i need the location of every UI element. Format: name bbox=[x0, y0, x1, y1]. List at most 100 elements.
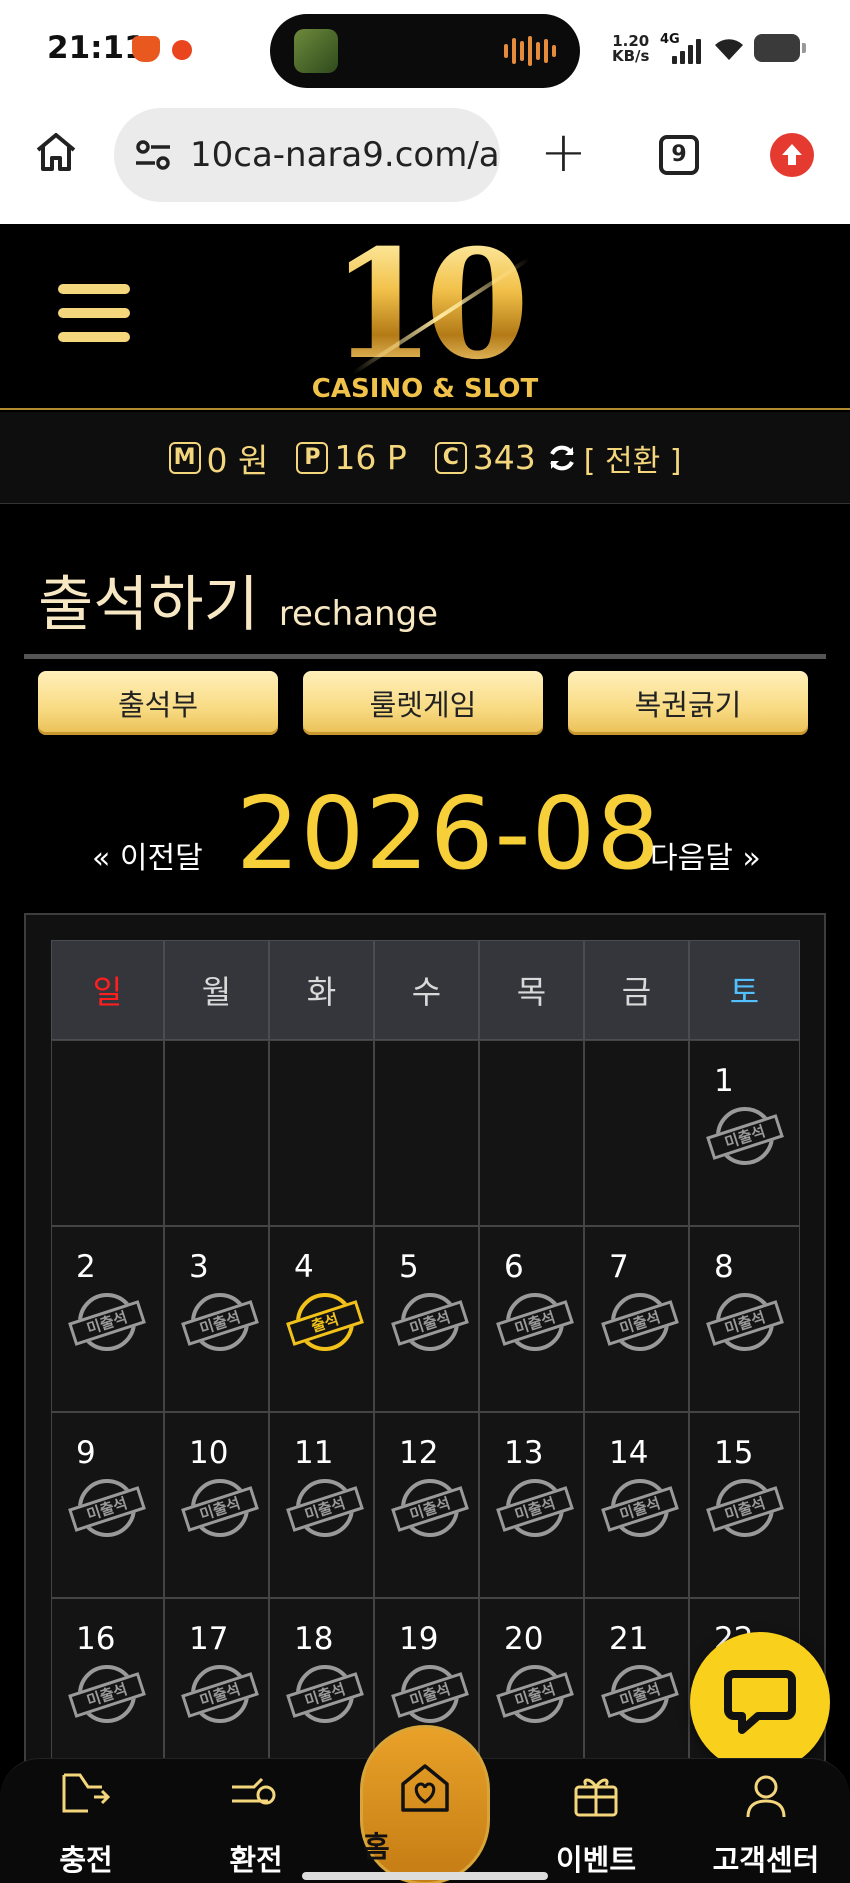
status-bar: 21:11 1.20 KB/s 4G bbox=[0, 0, 850, 100]
day-number: 13 bbox=[504, 1435, 544, 1471]
wifi-icon bbox=[715, 39, 743, 60]
day-number: 15 bbox=[714, 1435, 754, 1471]
chat-button[interactable] bbox=[690, 1632, 830, 1772]
home-indicator bbox=[302, 1872, 548, 1880]
address-bar[interactable]: 10ca-nara9.com/a bbox=[114, 108, 500, 202]
refresh-icon[interactable] bbox=[546, 442, 578, 474]
day-number: 21 bbox=[609, 1621, 649, 1657]
money-icon: M bbox=[168, 441, 201, 474]
url-text: 10ca-nara9.com/a bbox=[190, 135, 500, 175]
calendar-day[interactable]: 14 미출석 bbox=[584, 1412, 689, 1598]
next-month-link[interactable]: 다음달 » bbox=[650, 833, 761, 877]
day-number: 7 bbox=[609, 1249, 629, 1285]
day-number: 5 bbox=[399, 1249, 419, 1285]
absent-stamp-icon: 미출석 bbox=[286, 1479, 364, 1539]
nav-event[interactable]: 이벤트 bbox=[536, 1759, 656, 1883]
nav-support[interactable]: 고객센터 bbox=[706, 1759, 826, 1883]
day-number: 8 bbox=[714, 1249, 734, 1285]
day-number: 19 bbox=[399, 1621, 439, 1657]
logo-number: 10 bbox=[300, 230, 550, 380]
media-app-icon bbox=[294, 29, 338, 73]
calendar-day[interactable]: 5 미출석 bbox=[374, 1226, 479, 1412]
calendar-day[interactable]: 12 미출석 bbox=[374, 1412, 479, 1598]
absent-stamp-icon: 미출석 bbox=[601, 1479, 679, 1539]
page-subtitle: rechange bbox=[278, 594, 439, 634]
dynamic-island[interactable] bbox=[270, 14, 580, 88]
calendar-empty-cell bbox=[479, 1040, 584, 1226]
weekday-header: 토 bbox=[689, 940, 800, 1040]
coin-icon: C bbox=[434, 441, 467, 474]
day-number: 14 bbox=[609, 1435, 649, 1471]
day-number: 18 bbox=[294, 1621, 334, 1657]
calendar-day[interactable]: 1 미출석 bbox=[689, 1040, 800, 1226]
absent-stamp-icon: 미출석 bbox=[496, 1479, 574, 1539]
site-settings-icon[interactable] bbox=[134, 136, 172, 174]
day-number: 17 bbox=[189, 1621, 229, 1657]
browser-toolbar: 10ca-nara9.com/a + 9 bbox=[0, 100, 850, 224]
page-title-block: 출석하기 rechange bbox=[38, 556, 438, 643]
title-divider bbox=[24, 654, 826, 659]
calendar-day[interactable]: 10 미출석 bbox=[164, 1412, 269, 1598]
menu-icon[interactable] bbox=[58, 284, 130, 344]
calendar-day[interactable]: 3 미출석 bbox=[164, 1226, 269, 1412]
calendar-day[interactable]: 2 미출석 bbox=[51, 1226, 164, 1412]
weekday-header: 화 bbox=[269, 940, 374, 1040]
absent-stamp-icon: 미출석 bbox=[181, 1665, 259, 1725]
weekday-header: 일 bbox=[51, 940, 164, 1040]
day-number: 6 bbox=[504, 1249, 524, 1285]
calendar-day[interactable]: 6 미출석 bbox=[479, 1226, 584, 1412]
calendar-day[interactable]: 17 미출석 bbox=[164, 1598, 269, 1784]
calendar-empty-cell bbox=[269, 1040, 374, 1226]
new-tab-button[interactable]: + bbox=[540, 125, 587, 181]
calendar-grid: 일 월 화 수 목 금 토 1 미출석 2 미출석 3 미출석 4 출석 5 미출석 6 미출석 7 미출석 8 미출석 9 미… bbox=[51, 940, 800, 1784]
calendar-day[interactable]: 8 미출석 bbox=[689, 1226, 800, 1412]
calendar-empty-cell bbox=[164, 1040, 269, 1226]
calendar-day[interactable]: 11 미출석 bbox=[269, 1412, 374, 1598]
absent-stamp-icon: 미출석 bbox=[706, 1107, 784, 1167]
battery-icon bbox=[754, 34, 806, 62]
absent-stamp-icon: 미출석 bbox=[181, 1293, 259, 1353]
day-number: 4 bbox=[294, 1249, 314, 1285]
calendar-day[interactable]: 9 미출석 bbox=[51, 1412, 164, 1598]
site-logo[interactable]: 10 CASINO & SLOT bbox=[300, 230, 550, 406]
calendar-day[interactable]: 4 출석 bbox=[269, 1226, 374, 1412]
day-number: 11 bbox=[294, 1435, 334, 1471]
absent-stamp-icon: 미출석 bbox=[391, 1293, 469, 1353]
update-icon[interactable] bbox=[770, 133, 814, 177]
calendar-day[interactable]: 16 미출석 bbox=[51, 1598, 164, 1784]
calendar-day[interactable]: 20 미출석 bbox=[479, 1598, 584, 1784]
absent-stamp-icon: 미출석 bbox=[496, 1665, 574, 1725]
weekday-header: 월 bbox=[164, 940, 269, 1040]
logo-subtitle: CASINO & SLOT bbox=[311, 374, 539, 404]
tab-switcher-button[interactable]: 9 bbox=[659, 135, 699, 175]
calendar-day[interactable]: 21 미출석 bbox=[584, 1598, 689, 1784]
weekday-header: 목 bbox=[479, 940, 584, 1040]
nav-withdraw[interactable]: 환전 bbox=[196, 1759, 316, 1883]
calendar-day[interactable]: 13 미출석 bbox=[479, 1412, 584, 1598]
absent-stamp-icon: 미출석 bbox=[68, 1479, 146, 1539]
home-heart-icon bbox=[401, 1764, 449, 1812]
tab-lottery[interactable]: 복권긁기 bbox=[568, 671, 808, 735]
day-number: 3 bbox=[189, 1249, 209, 1285]
withdraw-icon bbox=[232, 1777, 276, 1805]
calendar-day[interactable]: 15 미출석 bbox=[689, 1412, 800, 1598]
absent-stamp-icon: 미출석 bbox=[68, 1665, 146, 1725]
prev-month-link[interactable]: « 이전달 bbox=[92, 833, 203, 877]
nav-home[interactable]: 홈 bbox=[360, 1725, 490, 1883]
calendar-day[interactable]: 18 미출석 bbox=[269, 1598, 374, 1784]
attended-stamp-icon: 출석 bbox=[286, 1293, 364, 1353]
tab-attendance[interactable]: 출석부 bbox=[38, 671, 278, 735]
absent-stamp-icon: 미출석 bbox=[181, 1479, 259, 1539]
bottom-navigation: 충전 환전 홈 이벤트 고객센터 bbox=[0, 1725, 850, 1883]
home-icon[interactable] bbox=[34, 130, 78, 174]
tab-roulette[interactable]: 룰렛게임 bbox=[303, 671, 543, 735]
attendance-tabs: 출석부 룰렛게임 복권긁기 bbox=[38, 671, 808, 735]
calendar-day[interactable]: 7 미출석 bbox=[584, 1226, 689, 1412]
nav-deposit[interactable]: 충전 bbox=[26, 1759, 146, 1883]
absent-stamp-icon: 미출석 bbox=[391, 1479, 469, 1539]
absent-stamp-icon: 미출석 bbox=[706, 1293, 784, 1353]
day-number: 16 bbox=[76, 1621, 116, 1657]
switch-button[interactable]: [ 전환 ] bbox=[584, 436, 682, 480]
balance-bar: M 0 원 P 16 P C 343 [ 전환 ] bbox=[0, 412, 850, 504]
chat-bubble-icon bbox=[724, 1670, 796, 1734]
